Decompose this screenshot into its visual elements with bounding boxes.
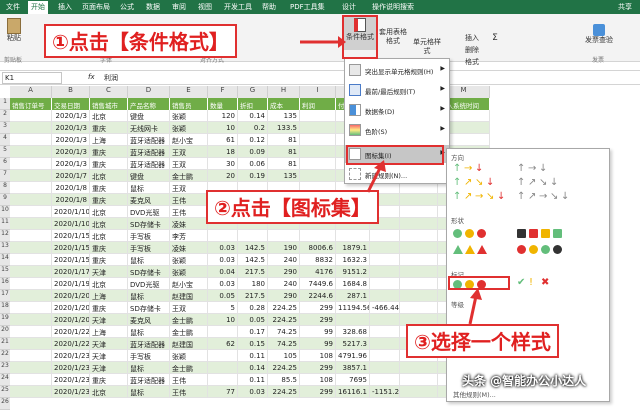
- arrowhead-step1: [338, 36, 346, 48]
- arrow-step3: [468, 295, 478, 325]
- arrow-step2: [366, 167, 382, 193]
- arrowhead-step3: [470, 288, 482, 300]
- watermark: 头条 @智能办公小达人: [462, 374, 587, 388]
- annotation-arrows: [300, 36, 482, 325]
